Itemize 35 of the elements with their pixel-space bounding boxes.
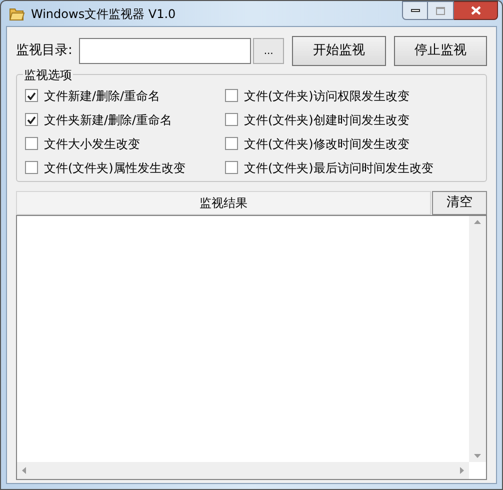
folder-icon — [9, 6, 25, 20]
scroll-left-icon[interactable] — [22, 467, 26, 474]
scroll-right-icon[interactable] — [460, 467, 464, 474]
option-label: 文件(文件夹)修改时间发生改变 — [244, 136, 410, 152]
checkbox[interactable] — [225, 161, 238, 174]
clear-button[interactable]: 清空 — [432, 191, 487, 215]
option-label: 文件(文件夹)属性发生改变 — [44, 160, 186, 176]
option-label: 文件大小发生改变 — [44, 136, 140, 152]
results-header: 监视结果 — [16, 191, 431, 215]
close-button[interactable] — [454, 1, 498, 20]
close-icon — [470, 6, 480, 15]
directory-field[interactable] — [78, 38, 251, 64]
directory-label: 监视目录: — [16, 42, 74, 60]
checkbox[interactable] — [225, 137, 238, 150]
vertical-scrollbar[interactable] — [469, 216, 486, 462]
checkbox[interactable] — [25, 89, 38, 102]
option-label: 文件(文件夹)创建时间发生改变 — [244, 112, 410, 128]
option-label: 文件(文件夹)访问权限发生改变 — [244, 88, 410, 104]
browse-button[interactable]: ... — [252, 38, 284, 64]
option-label: 文件新建/删除/重命名 — [44, 88, 160, 104]
scroll-up-icon[interactable] — [474, 220, 481, 224]
group-title: 监视选项 — [23, 66, 73, 84]
start-button[interactable]: 开始监视 — [292, 36, 386, 66]
window-title: Windows文件监视器 V1.0 — [31, 6, 176, 22]
checkbox[interactable] — [225, 113, 238, 126]
option-label: 文件夹新建/删除/重命名 — [44, 112, 172, 128]
checkbox[interactable] — [25, 137, 38, 150]
checkbox[interactable] — [25, 113, 38, 126]
stop-button[interactable]: 停止监视 — [394, 36, 487, 66]
checkbox[interactable] — [225, 89, 238, 102]
checkbox[interactable] — [25, 161, 38, 174]
scroll-down-icon[interactable] — [474, 454, 481, 458]
minimize-button[interactable] — [402, 1, 428, 20]
horizontal-scrollbar[interactable] — [17, 462, 469, 479]
option-label: 文件(文件夹)最后访问时间发生改变 — [244, 160, 434, 176]
